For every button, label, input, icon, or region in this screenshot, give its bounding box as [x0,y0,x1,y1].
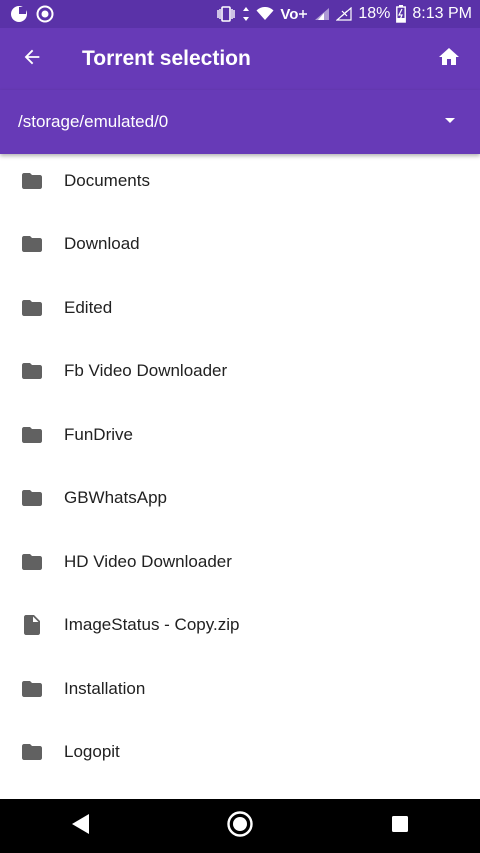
signal-icon [314,7,330,21]
folder-icon [0,423,64,447]
file-list-item[interactable]: Download [0,213,480,277]
file-list-item[interactable]: Logopit [0,721,480,785]
folder-icon [0,359,64,383]
clock: 8:13 PM [412,5,472,22]
notification-icon [10,5,28,23]
nav-back-button[interactable] [40,799,120,853]
folder-icon [0,232,64,256]
file-list-item[interactable]: ImageStatus - Copy.zip [0,594,480,658]
home-button[interactable] [418,28,480,90]
status-bar: Vo 18% 8:13 PM [0,0,480,28]
file-name: Installation [64,678,146,698]
file-name: GBWhatsApp [64,488,167,508]
arrow-drop-down-icon [438,108,462,137]
file-list-item[interactable]: GBWhatsApp [0,467,480,531]
navigation-bar [0,799,480,853]
path-selector[interactable]: /storage/emulated/0 [0,90,480,154]
folder-icon [0,677,64,701]
battery-percent: 18% [358,5,391,22]
nav-recents-button[interactable] [360,799,440,853]
file-name: FunDrive [64,424,133,444]
file-name: Documents [64,170,150,190]
network-label: Vo [280,5,299,23]
app-bar: Torrent selection [0,28,480,90]
file-list-item[interactable]: Fb Video Downloader [0,340,480,404]
vibrate-icon [216,6,236,22]
folder-icon [0,550,64,574]
file-list-item[interactable]: Edited [0,276,480,340]
file-list: Documents Download Edited Fb Video Download… [0,149,480,784]
nav-back-icon [69,812,91,841]
file-list-item[interactable]: Installation [0,657,480,721]
folder-icon [0,296,64,320]
file-list-item[interactable]: HD Video Downloader [0,530,480,594]
file-name: HD Video Downloader [64,551,232,571]
home-icon [437,45,461,74]
data-arrows-icon [242,6,250,22]
file-name: ImageStatus - Copy.zip [64,615,240,635]
file-name: Fb Video Downloader [64,361,228,381]
arrow-back-icon [21,46,43,73]
file-icon [0,613,64,637]
battery-charging-icon [396,5,407,23]
volte-icon: Vo [280,6,308,23]
current-path: /storage/emulated/0 [18,112,169,131]
circle-icon [36,5,54,23]
folder-icon [0,740,64,764]
folder-icon [0,486,64,510]
nav-home-button[interactable] [200,799,280,853]
file-name: Download [64,234,140,254]
back-button[interactable] [0,28,64,90]
page-title: Torrent selection [82,47,251,70]
folder-icon [0,169,64,193]
path-dropdown-button[interactable] [420,90,480,154]
file-list-item[interactable]: Documents [0,149,480,213]
file-name: Edited [64,297,113,317]
file-list-item[interactable]: FunDrive [0,403,480,467]
nav-recents-icon [390,814,410,839]
wifi-icon [256,7,274,21]
no-signal-icon [336,7,352,21]
nav-home-icon [226,810,254,843]
file-name: Logopit [64,742,120,762]
